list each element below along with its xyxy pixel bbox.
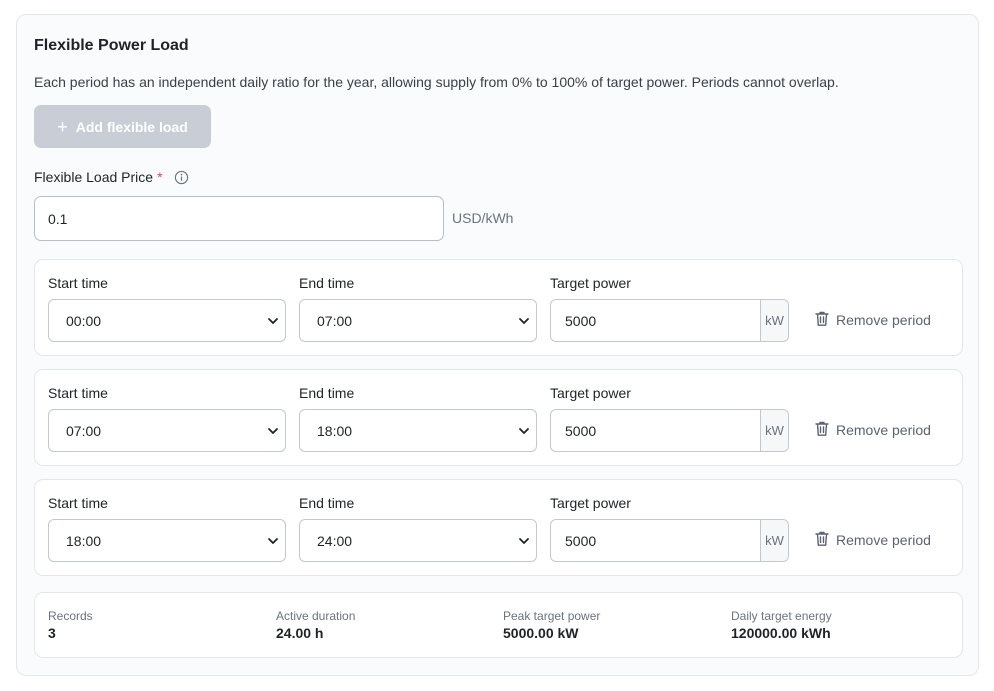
start-time-label: Start time: [48, 385, 108, 401]
start-time-value: 00:00: [66, 312, 102, 329]
target-power-unit: kW: [760, 520, 788, 561]
target-power-field: kW: [550, 519, 789, 562]
summary-panel: Records 3 Active duration 24.00 h Peak t…: [34, 592, 963, 658]
trash-icon: [814, 310, 830, 330]
remove-period-label: Remove period: [836, 312, 931, 328]
chevron-down-icon: [267, 534, 279, 550]
chevron-down-icon: [518, 314, 530, 330]
period-row: Start time End time Target power 07:00 1…: [34, 369, 963, 466]
price-unit: USD/kWh: [452, 210, 514, 226]
end-time-select[interactable]: 07:00: [299, 299, 537, 342]
end-time-select[interactable]: 24:00: [299, 519, 537, 562]
chevron-down-icon: [518, 534, 530, 550]
end-time-value: 24:00: [317, 532, 353, 549]
records-label: Records: [48, 609, 93, 623]
start-time-value: 07:00: [66, 422, 102, 439]
price-label-text: Flexible Load Price: [34, 169, 154, 185]
target-power-input[interactable]: [551, 410, 760, 451]
info-icon[interactable]: [174, 170, 189, 185]
remove-period-label: Remove period: [836, 532, 931, 548]
target-power-label: Target power: [550, 385, 631, 401]
stat-peak: Peak target power 5000.00 kW: [503, 609, 600, 641]
target-power-unit: kW: [760, 300, 788, 341]
energy-label: Daily target energy: [731, 609, 832, 623]
remove-period-button[interactable]: Remove period: [814, 420, 931, 440]
section-description: Each period has an independent daily rat…: [34, 74, 839, 90]
target-power-label: Target power: [550, 275, 631, 291]
add-flexible-load-button[interactable]: + Add flexible load: [34, 105, 211, 148]
end-time-value: 07:00: [317, 312, 353, 329]
start-time-value: 18:00: [66, 532, 102, 549]
section-title: Flexible Power Load: [34, 37, 189, 54]
chevron-down-icon: [267, 424, 279, 440]
start-time-select[interactable]: 00:00: [48, 299, 286, 342]
remove-period-button[interactable]: Remove period: [814, 310, 931, 330]
chevron-down-icon: [267, 314, 279, 330]
add-flexible-load-label: Add flexible load: [75, 118, 188, 135]
target-power-unit: kW: [760, 410, 788, 451]
target-power-input[interactable]: [551, 520, 760, 561]
end-time-label: End time: [299, 275, 355, 291]
stat-energy: Daily target energy 120000.00 kWh: [731, 609, 832, 641]
target-power-field: kW: [550, 299, 789, 342]
peak-label: Peak target power: [503, 609, 601, 623]
records-value: 3: [48, 625, 56, 641]
target-power-field: kW: [550, 409, 789, 452]
duration-label: Active duration: [276, 609, 356, 623]
start-time-label: Start time: [48, 495, 108, 511]
end-time-label: End time: [299, 385, 355, 401]
trash-icon: [814, 420, 830, 440]
stat-duration: Active duration 24.00 h: [276, 609, 355, 641]
end-time-label: End time: [299, 495, 355, 511]
energy-value: 120000.00 kWh: [731, 625, 831, 641]
period-row: Start time End time Target power 18:00 2…: [34, 479, 963, 576]
start-time-label: Start time: [48, 275, 108, 291]
start-time-select[interactable]: 18:00: [48, 519, 286, 562]
stat-records: Records 3: [48, 609, 93, 641]
start-time-select[interactable]: 07:00: [48, 409, 286, 452]
chevron-down-icon: [518, 424, 530, 440]
price-input[interactable]: [34, 196, 444, 241]
remove-period-button[interactable]: Remove period: [814, 530, 931, 550]
remove-period-label: Remove period: [836, 422, 931, 438]
target-power-input[interactable]: [551, 300, 760, 341]
flexible-load-card: Flexible Power Load Each period has an i…: [16, 14, 979, 676]
period-row: Start time End time Target power 00:00 0…: [34, 259, 963, 356]
required-mark: *: [157, 169, 163, 185]
trash-icon: [814, 530, 830, 550]
end-time-value: 18:00: [317, 422, 353, 439]
plus-icon: +: [57, 116, 68, 137]
peak-value: 5000.00 kW: [503, 625, 579, 641]
target-power-label: Target power: [550, 495, 631, 511]
end-time-select[interactable]: 18:00: [299, 409, 537, 452]
duration-value: 24.00 h: [276, 625, 324, 641]
price-label: Flexible Load Price *: [34, 169, 189, 185]
